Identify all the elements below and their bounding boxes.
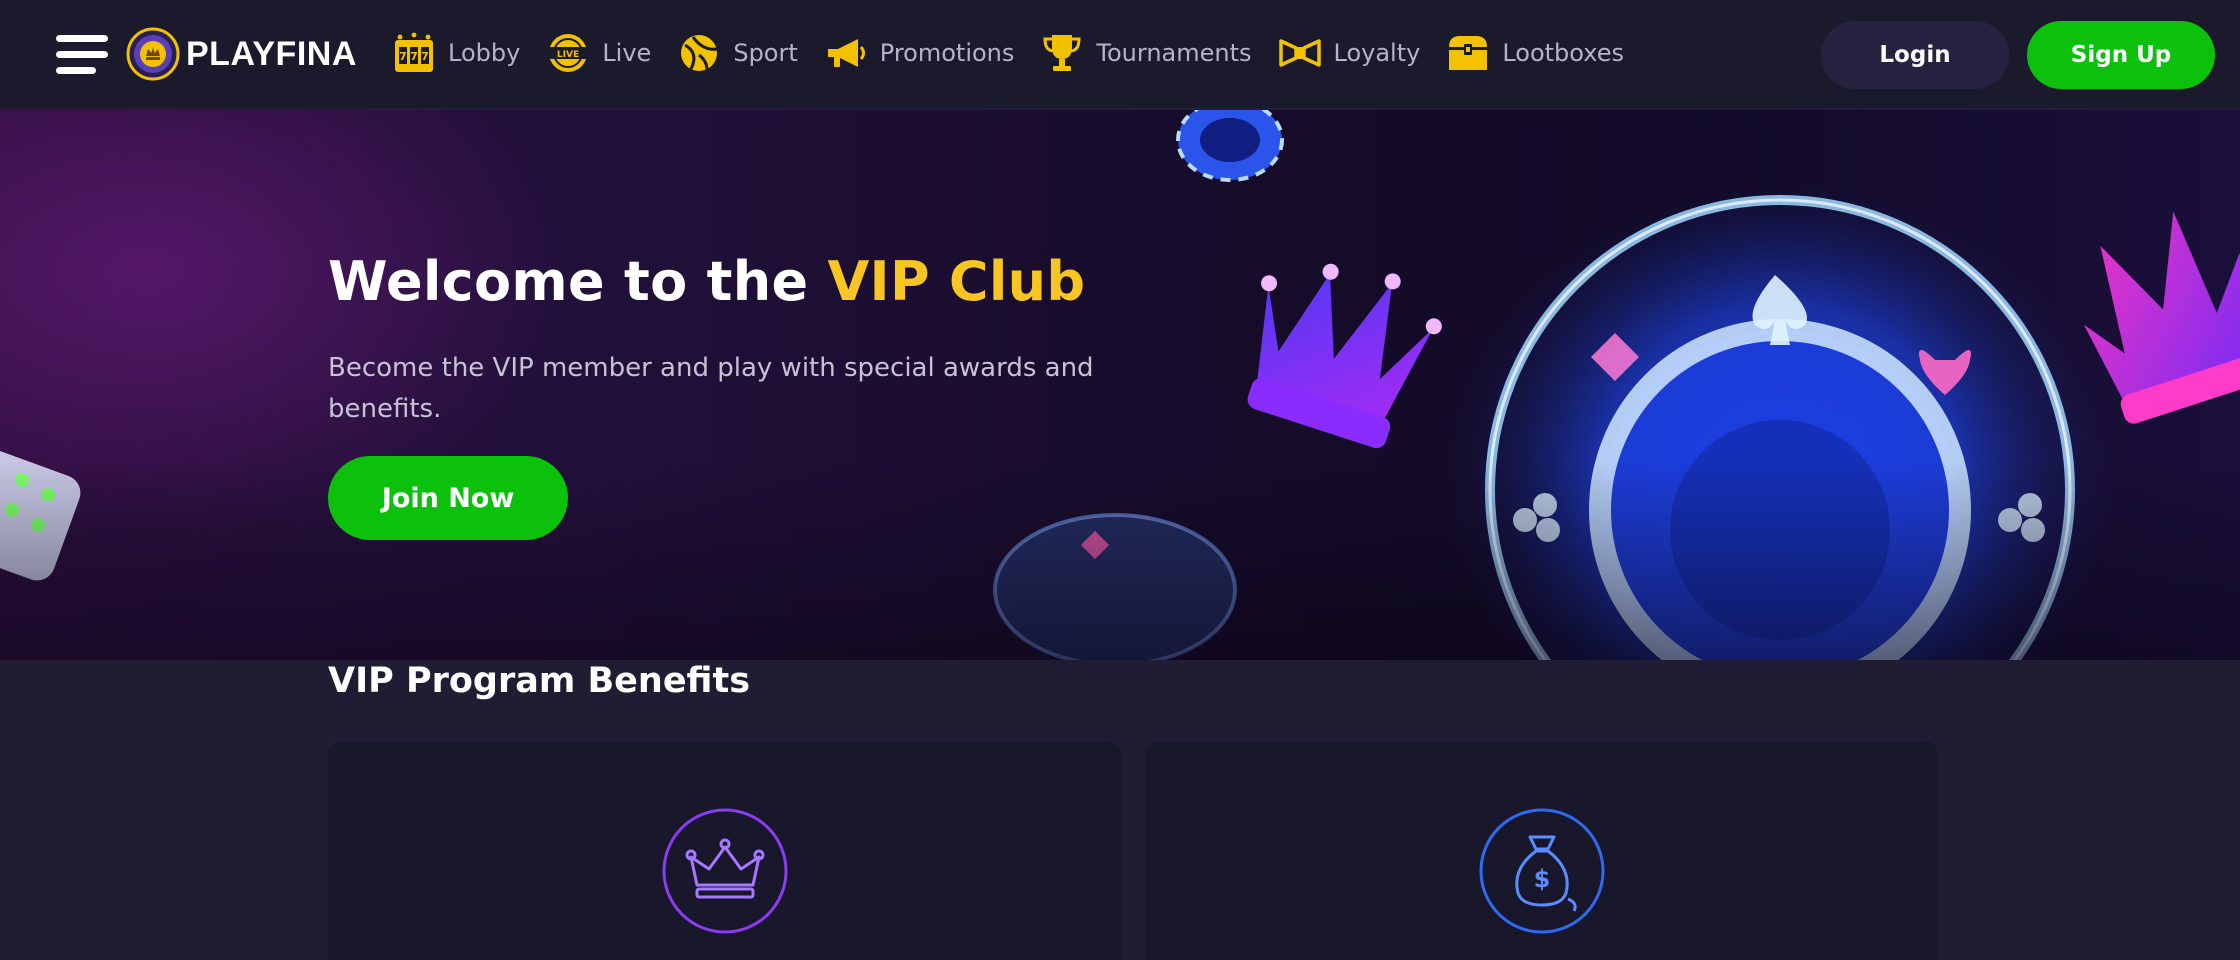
svg-text:7: 7 bbox=[399, 50, 407, 63]
ball-icon bbox=[681, 35, 718, 71]
svg-text:7: 7 bbox=[410, 50, 418, 63]
svg-text:7: 7 bbox=[421, 50, 429, 63]
svg-text:$: $ bbox=[1534, 865, 1551, 893]
nav-label-sport: Sport bbox=[733, 39, 798, 67]
hero-subtitle: Become the VIP member and play with spec… bbox=[328, 353, 1094, 424]
hero-title: Welcome to the VIP Club bbox=[328, 250, 1085, 313]
nav-label-loyalty: Loyalty bbox=[1333, 39, 1421, 67]
purple-crown-illustration bbox=[1247, 263, 1442, 449]
money-bag-icon: $ bbox=[1479, 808, 1605, 934]
hero-banner: Welcome to the VIP Club Become the VIP m… bbox=[0, 110, 2240, 660]
trophy-icon bbox=[1043, 35, 1081, 71]
nav-item-tournaments[interactable]: Tournaments bbox=[1040, 31, 1252, 75]
site-logo[interactable]: PLAYFINA bbox=[126, 26, 357, 82]
treasure-chest-icon bbox=[1449, 36, 1488, 70]
nav-item-lobby[interactable]: 7 7 7 Lobby bbox=[392, 31, 520, 75]
nav-label-lobby: Lobby bbox=[448, 39, 521, 67]
crown-icon bbox=[662, 808, 788, 934]
nav-item-loyalty[interactable]: Loyalty bbox=[1278, 31, 1421, 75]
benefit-card bbox=[328, 741, 1121, 960]
poker-chip-illustration bbox=[1176, 110, 1284, 182]
bow-tie-icon bbox=[1278, 39, 1321, 67]
top-navigation-bar: PLAYFINA 7 7 7 Lobby LIVE Live Sport Pro… bbox=[0, 0, 2240, 109]
hero-title-accent: VIP Club bbox=[827, 250, 1086, 313]
nav-item-lootboxes[interactable]: Lootboxes bbox=[1446, 31, 1624, 75]
join-now-button[interactable]: Join Now bbox=[328, 456, 568, 540]
hero-title-prefix: Welcome to the bbox=[328, 250, 828, 313]
slot-machine-icon: 7 7 7 bbox=[395, 32, 433, 72]
menu-icon[interactable] bbox=[56, 35, 108, 75]
live-badge-icon: LIVE bbox=[548, 34, 589, 72]
svg-text:LIVE: LIVE bbox=[557, 50, 579, 60]
login-button[interactable]: Login bbox=[1821, 21, 2009, 89]
megaphone-icon bbox=[827, 39, 865, 67]
nav-label-promotions: Promotions bbox=[879, 39, 1015, 67]
nav-label-tournaments: Tournaments bbox=[1096, 39, 1252, 67]
nav-item-sport[interactable]: Sport bbox=[677, 31, 798, 75]
main-nav: 7 7 7 Lobby LIVE Live Sport Promotions T… bbox=[392, 28, 1650, 78]
nav-item-live[interactable]: LIVE Live bbox=[546, 31, 651, 75]
nav-label-live: Live bbox=[602, 39, 652, 67]
logo-text: PLAYFINA bbox=[186, 34, 357, 73]
nav-label-lootboxes: Lootboxes bbox=[1502, 39, 1624, 67]
signup-button[interactable]: Sign Up bbox=[2027, 21, 2215, 89]
benefit-card: $ bbox=[1145, 741, 1938, 960]
nav-item-promotions[interactable]: Promotions bbox=[824, 31, 1015, 75]
pink-crown-illustration bbox=[2083, 211, 2240, 424]
logo-emblem-icon bbox=[126, 27, 180, 81]
benefits-section-title: VIP Program Benefits bbox=[328, 661, 751, 701]
